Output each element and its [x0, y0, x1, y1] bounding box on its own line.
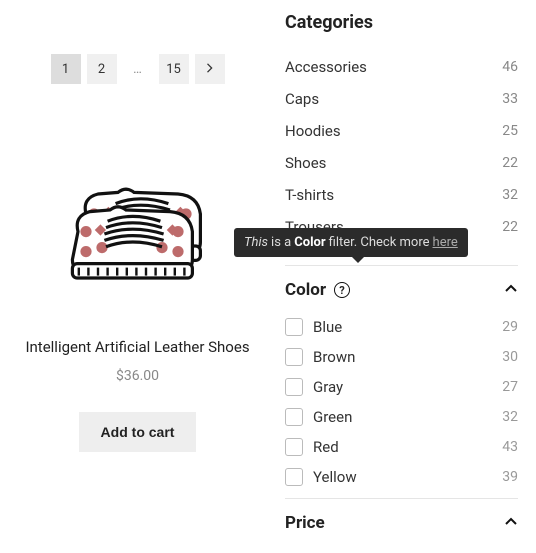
price-filter-header: Price — [285, 503, 518, 545]
add-to-cart-button[interactable]: Add to cart — [79, 412, 197, 452]
page-15[interactable]: 15 — [159, 54, 189, 84]
checkbox[interactable] — [285, 348, 303, 366]
category-item[interactable]: Accessories 46 — [285, 51, 518, 83]
color-option[interactable]: Red — [285, 438, 339, 456]
color-filter-header: Color ? — [285, 270, 518, 312]
color-list: Blue 29 Brown 30 Gray 27 Green 32 Red 43 Yell… — [285, 312, 518, 492]
category-item[interactable]: Shoes 22 — [285, 147, 518, 179]
category-count: 25 — [502, 123, 518, 139]
color-item: Green 32 — [285, 402, 518, 432]
category-label: Hoodies — [285, 122, 341, 140]
checkbox[interactable] — [285, 318, 303, 336]
divider — [285, 498, 518, 499]
color-label: Brown — [313, 348, 355, 366]
color-label: Yellow — [313, 468, 357, 486]
color-label: Red — [313, 438, 339, 456]
color-label: Blue — [313, 318, 342, 336]
color-label: Green — [313, 408, 352, 426]
category-item[interactable]: T-shirts 32 — [285, 179, 518, 211]
color-item: Brown 30 — [285, 342, 518, 372]
tooltip-text: filter. Check more — [329, 235, 430, 250]
category-label: T-shirts — [285, 186, 334, 204]
color-option[interactable]: Gray — [285, 378, 343, 396]
help-tooltip: This is a Color filter. Check more here — [234, 228, 468, 257]
categories-heading: Categories — [285, 12, 518, 33]
category-count: 32 — [502, 187, 518, 203]
tooltip-link[interactable]: here — [433, 235, 458, 250]
category-count: 22 — [502, 219, 518, 235]
price-filter-title: Price — [285, 513, 325, 533]
color-item: Red 43 — [285, 432, 518, 462]
color-count: 27 — [502, 379, 518, 395]
checkbox[interactable] — [285, 468, 303, 486]
divider — [285, 265, 518, 266]
category-label: Shoes — [285, 154, 326, 172]
chevron-up-icon — [504, 281, 518, 300]
product-image[interactable] — [48, 134, 228, 314]
color-count: 32 — [502, 409, 518, 425]
category-count: 33 — [502, 91, 518, 107]
category-label: Accessories — [285, 58, 367, 76]
color-item: Gray 27 — [285, 372, 518, 402]
page-next[interactable] — [195, 54, 225, 84]
checkbox[interactable] — [285, 378, 303, 396]
category-count: 22 — [502, 155, 518, 171]
color-count: 29 — [502, 319, 518, 335]
color-count: 30 — [502, 349, 518, 365]
page-2[interactable]: 2 — [87, 54, 117, 84]
chevron-up-icon — [504, 514, 518, 533]
collapse-price-filter[interactable] — [504, 514, 518, 533]
color-option[interactable]: Blue — [285, 318, 342, 336]
color-option[interactable]: Green — [285, 408, 352, 426]
checkbox[interactable] — [285, 438, 303, 456]
product-price: $36.00 — [116, 368, 159, 384]
category-count: 46 — [502, 59, 518, 75]
shoes-icon — [58, 152, 218, 296]
page-1[interactable]: 1 — [51, 54, 81, 84]
category-item[interactable]: Hoodies 25 — [285, 115, 518, 147]
color-option[interactable]: Brown — [285, 348, 355, 366]
color-item: Blue 29 — [285, 312, 518, 342]
categories-list: Accessories 46 Caps 33 Hoodies 25 Shoes 22 T… — [285, 51, 518, 243]
chevron-right-icon — [206, 62, 214, 77]
checkbox[interactable] — [285, 408, 303, 426]
color-count: 43 — [502, 439, 518, 455]
help-icon[interactable]: ? — [334, 282, 350, 298]
category-label: Caps — [285, 90, 319, 108]
tooltip-text: is a — [271, 235, 291, 250]
product-title[interactable]: Intelligent Artificial Leather Shoes — [25, 338, 249, 356]
page-ellipsis: … — [123, 54, 153, 84]
color-option[interactable]: Yellow — [285, 468, 357, 486]
color-label: Gray — [313, 378, 343, 396]
color-filter-title: Color — [285, 280, 326, 300]
tooltip-text-bold: Color — [294, 235, 325, 250]
pagination: 1 2 … 15 — [51, 54, 225, 84]
tooltip-text-emphasis: This — [244, 235, 268, 250]
category-item[interactable]: Caps 33 — [285, 83, 518, 115]
collapse-color-filter[interactable] — [504, 281, 518, 300]
color-count: 39 — [502, 469, 518, 485]
color-item: Yellow 39 — [285, 462, 518, 492]
